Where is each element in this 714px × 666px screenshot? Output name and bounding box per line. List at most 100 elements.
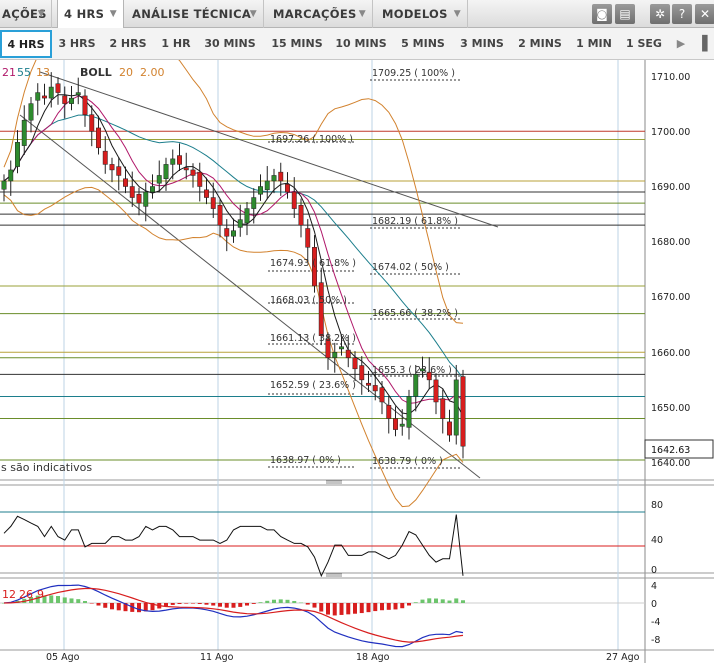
- price-tick: 1710.00: [651, 72, 690, 83]
- fib-label: 1661.13 ( 38.2% ): [270, 333, 356, 344]
- help-icon[interactable]: ?: [672, 4, 692, 24]
- date-label: 18 Ago: [356, 652, 390, 663]
- fib-label: 1709.25 ( 100% ): [372, 68, 455, 79]
- fib-label: 1652.59 ( 23.6% ): [270, 380, 356, 391]
- ma-period-label: 21: [2, 66, 16, 79]
- menu-actions[interactable]: AÇÕES ▼: [0, 0, 52, 28]
- macd-histogram-bar: [265, 600, 270, 603]
- chart-menubar: AÇÕES ▼ 4 HRS ▼ ANÁLISE TÉCNICA ▼ MARCAÇ…: [0, 0, 714, 29]
- price-tick: 1650.00: [651, 403, 690, 414]
- disclaimer-text: s são indicativos: [1, 461, 92, 474]
- chevron-down-icon: ▼: [453, 9, 461, 19]
- macd-line: [3, 584, 464, 648]
- macd-param: 12: [2, 588, 16, 601]
- fib-label: 1655.3 ( 23.6% ): [372, 365, 452, 376]
- macd-histogram-bar: [319, 603, 324, 612]
- macd-histogram-bar: [245, 603, 249, 606]
- fib-label: 1697.26 ( 100% ): [270, 134, 353, 145]
- macd-histogram-bar: [461, 600, 465, 603]
- macd-histogram-bar: [353, 603, 357, 614]
- macd-histogram-bar: [427, 598, 432, 603]
- macd-histogram-bar: [184, 603, 189, 604]
- scroll-right-icon[interactable]: ▶: [672, 28, 690, 60]
- macd-histogram-bar: [76, 599, 81, 603]
- tf-3hrs[interactable]: 3 HRS: [54, 28, 100, 60]
- menu-markings-label: MARCAÇÕES: [273, 7, 357, 21]
- tf-1seg[interactable]: 1 SEG: [620, 28, 668, 60]
- macd-tick: -8: [651, 635, 660, 646]
- scroll-handle-icon[interactable]: ▐: [692, 28, 712, 60]
- macd-param: 26: [19, 588, 33, 601]
- price-tick: 1670.00: [651, 292, 690, 303]
- menu-technical-analysis[interactable]: ANÁLISE TÉCNICA ▼: [126, 0, 264, 28]
- fib-label: 1682.19 ( 61.8% ): [372, 216, 458, 227]
- gear-icon[interactable]: ✲: [650, 4, 670, 24]
- tf-5mins[interactable]: 5 MINS: [396, 28, 450, 60]
- macd-histogram-bar: [204, 603, 209, 605]
- tf-30mins[interactable]: 30 MINS: [199, 28, 261, 60]
- macd-histogram-bar: [211, 603, 216, 606]
- last-price-value: 1642.63: [651, 445, 690, 456]
- fib-label: 1638.97 ( 0% ): [270, 455, 341, 466]
- menu-timeframe-label: 4 HRS: [64, 7, 105, 21]
- macd-histogram-bar: [170, 603, 175, 605]
- macd-histogram-bar: [326, 603, 330, 615]
- macd-histogram-bar: [434, 598, 438, 603]
- rsi-line: [3, 514, 464, 578]
- price-tick: 1660.00: [651, 348, 690, 359]
- chart-area[interactable]: 1697.26 ( 100% ) 1674.93 ( 61.8% ) 1668.…: [0, 39, 714, 663]
- pane-divider[interactable]: [0, 479, 714, 486]
- macd-histogram-bar: [373, 603, 378, 612]
- print-icon[interactable]: ▤: [615, 4, 635, 24]
- tf-2hrs[interactable]: 2 HRS: [104, 28, 152, 60]
- macd-histogram-bar: [231, 603, 236, 608]
- chevron-down-icon: ▼: [109, 9, 117, 19]
- fib-label: 1668.03 ( 50% ): [270, 295, 347, 306]
- macd-histogram-bar: [366, 603, 371, 613]
- date-label: 05 Ago: [46, 652, 80, 663]
- last-price-box: 1642.63: [644, 439, 714, 459]
- tf-4hrs[interactable]: 4 HRS: [0, 30, 52, 58]
- macd-pane: 12 26 9 4 0 -4 -8: [0, 581, 660, 648]
- macd-histogram-bar: [305, 603, 310, 605]
- fib-label: 1674.02 ( 50% ): [372, 262, 449, 273]
- macd-histogram-bar: [272, 599, 276, 603]
- macd-histogram-bar: [258, 602, 263, 603]
- macd-histogram-bar: [218, 603, 222, 607]
- macd-histogram-bar: [420, 599, 425, 603]
- menu-markings[interactable]: MARCAÇÕES ▼: [267, 0, 373, 28]
- tf-1hr[interactable]: 1 HR: [157, 28, 195, 60]
- close-icon[interactable]: ✕: [695, 4, 714, 24]
- macd-histogram-bar: [137, 603, 141, 613]
- tf-1min[interactable]: 1 MIN: [572, 28, 616, 60]
- macd-histogram-bar: [177, 603, 182, 604]
- macd-histogram-bar: [197, 603, 202, 604]
- macd-histogram-bar: [413, 602, 418, 603]
- chevron-down-icon: ▼: [37, 9, 45, 19]
- tf-3mins[interactable]: 3 MINS: [455, 28, 509, 60]
- tf-15mins[interactable]: 15 MINS: [266, 28, 328, 60]
- macd-histogram-bar: [278, 599, 283, 603]
- macd-histogram-bar: [62, 597, 67, 603]
- macd-histogram-bar: [386, 603, 391, 610]
- macd-histogram-bar: [440, 599, 445, 603]
- tf-2mins[interactable]: 2 MINS: [513, 28, 567, 60]
- boll-param: 2.00: [140, 66, 165, 79]
- rsi-tick: 80: [651, 500, 663, 511]
- menu-timeframe[interactable]: 4 HRS ▼: [57, 0, 124, 29]
- macd-histogram-bar: [332, 603, 337, 616]
- macd-histogram-bar: [400, 603, 405, 609]
- macd-histogram-bar: [116, 603, 121, 611]
- pane-divider[interactable]: [0, 572, 714, 579]
- menu-templates[interactable]: MODELOS ▼: [376, 0, 468, 28]
- tf-10mins[interactable]: 10 MINS: [331, 28, 391, 60]
- camera-icon[interactable]: ◙: [592, 4, 612, 24]
- price-tick: 1640.00: [651, 458, 690, 469]
- macd-histogram-bar: [299, 602, 303, 604]
- macd-tick: 0: [651, 599, 657, 610]
- macd-tick: -4: [651, 617, 660, 628]
- macd-histogram-bar: [380, 603, 384, 611]
- macd-histogram-bar: [238, 603, 243, 607]
- ma-period-label: 13: [36, 66, 50, 79]
- fib-label: 1665.66 ( 38.2% ): [372, 308, 458, 319]
